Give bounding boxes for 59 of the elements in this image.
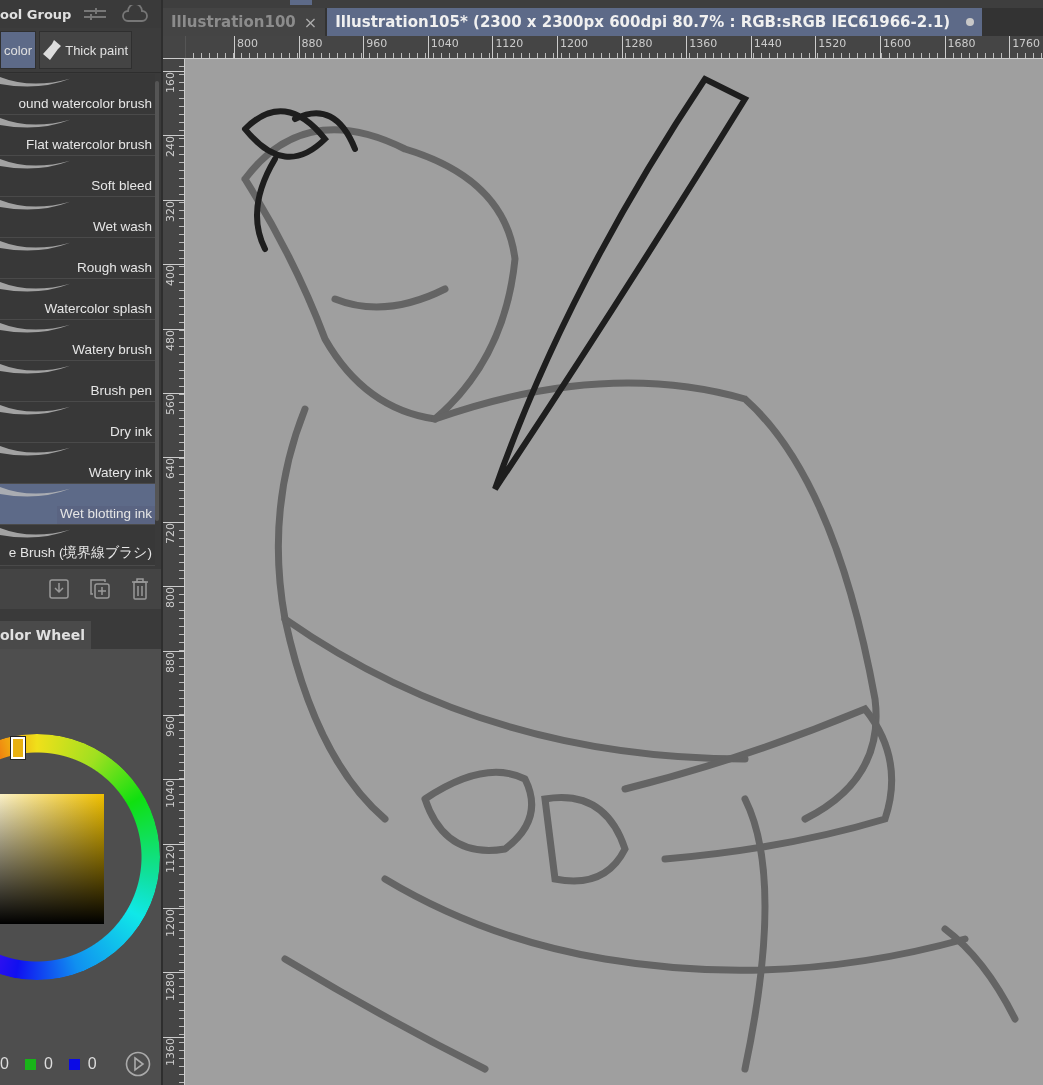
- document-tab[interactable]: Illustration105* (2300 x 2300px 600dpi 80.7% : RGB:sRGB IEC61966-2.1): [327, 8, 985, 36]
- brush-item[interactable]: e Brush (境界線ブラシ): [0, 525, 155, 566]
- ruler-label: 240: [163, 136, 178, 160]
- ruler-label: 1760: [1009, 36, 1043, 58]
- ruler-label: 720: [163, 522, 178, 546]
- ruler-label: 1200: [163, 909, 178, 940]
- ruler-label: 640: [163, 458, 178, 482]
- hue-handle[interactable]: [11, 737, 25, 759]
- ruler-label: 1120: [163, 844, 178, 875]
- brush-item[interactable]: Watery brush: [0, 320, 155, 361]
- close-button[interactable]: ×: [303, 12, 318, 32]
- color-wheel-tab[interactable]: olor Wheel: [0, 621, 91, 649]
- document-tab[interactable]: Illustration100 ×: [163, 8, 328, 36]
- ruler-label: 880: [163, 651, 178, 675]
- ruler-label: 1040: [427, 36, 493, 58]
- ruler-label: 880: [298, 36, 364, 58]
- ruler-label: 800: [163, 587, 178, 611]
- ruler-label: 1520: [815, 36, 880, 58]
- duplicate-icon[interactable]: [89, 578, 111, 600]
- ruler-label: 960: [163, 715, 178, 739]
- brush-item[interactable]: Watery ink: [0, 443, 155, 484]
- ruler-label: 1200: [556, 36, 622, 58]
- ruler-label: 1600: [879, 36, 945, 58]
- ruler-label: 1360: [163, 1037, 178, 1068]
- saturation-value-square[interactable]: [0, 794, 104, 924]
- ruler-label: 800: [234, 36, 299, 58]
- trash-icon[interactable]: [131, 578, 149, 600]
- ruler-label: 960: [363, 36, 428, 58]
- channel-value[interactable]: 0: [43, 1055, 53, 1073]
- ruler-label: 320: [163, 200, 178, 224]
- cloud-icon[interactable]: [122, 5, 148, 23]
- brush-set-tab[interactable]: Thick paint: [39, 31, 133, 69]
- ruler-label: 560: [163, 393, 178, 417]
- ruler-label: 1680: [944, 36, 1010, 58]
- brush-set-tab[interactable]: color: [0, 31, 37, 69]
- sliders-icon[interactable]: [84, 7, 106, 21]
- brush-item[interactable]: Dry ink: [0, 402, 155, 443]
- ruler-label: 1280: [163, 973, 178, 1004]
- ruler-label: 1280: [621, 36, 687, 58]
- ruler-label: 400: [163, 265, 178, 289]
- channel-value[interactable]: 0: [0, 1055, 9, 1073]
- ruler-label: 480: [163, 329, 178, 353]
- download-icon[interactable]: [49, 579, 69, 599]
- brush-item[interactable]: ound watercolor brush: [0, 74, 155, 115]
- brush-item[interactable]: Flat watercolor brush: [0, 115, 155, 156]
- ruler-label: 1440: [750, 36, 816, 58]
- channel-value[interactable]: 0: [87, 1055, 97, 1073]
- brush-item[interactable]: Soft bleed: [0, 156, 155, 197]
- brush-item[interactable]: Rough wash: [0, 238, 155, 279]
- ruler-label: 160: [163, 72, 178, 95]
- brush-item[interactable]: Wet wash: [0, 197, 155, 238]
- brush-item[interactable]: Wet blotting ink: [0, 484, 155, 525]
- play-icon[interactable]: [125, 1051, 151, 1077]
- ruler-label: 1360: [686, 36, 751, 58]
- brush-item[interactable]: Watercolor splash: [0, 279, 155, 320]
- ruler-label: 1120: [492, 36, 557, 58]
- brush-item[interactable]: Brush pen: [0, 361, 155, 402]
- tab-indicator: [290, 0, 312, 5]
- ruler-label: 1040: [163, 780, 178, 811]
